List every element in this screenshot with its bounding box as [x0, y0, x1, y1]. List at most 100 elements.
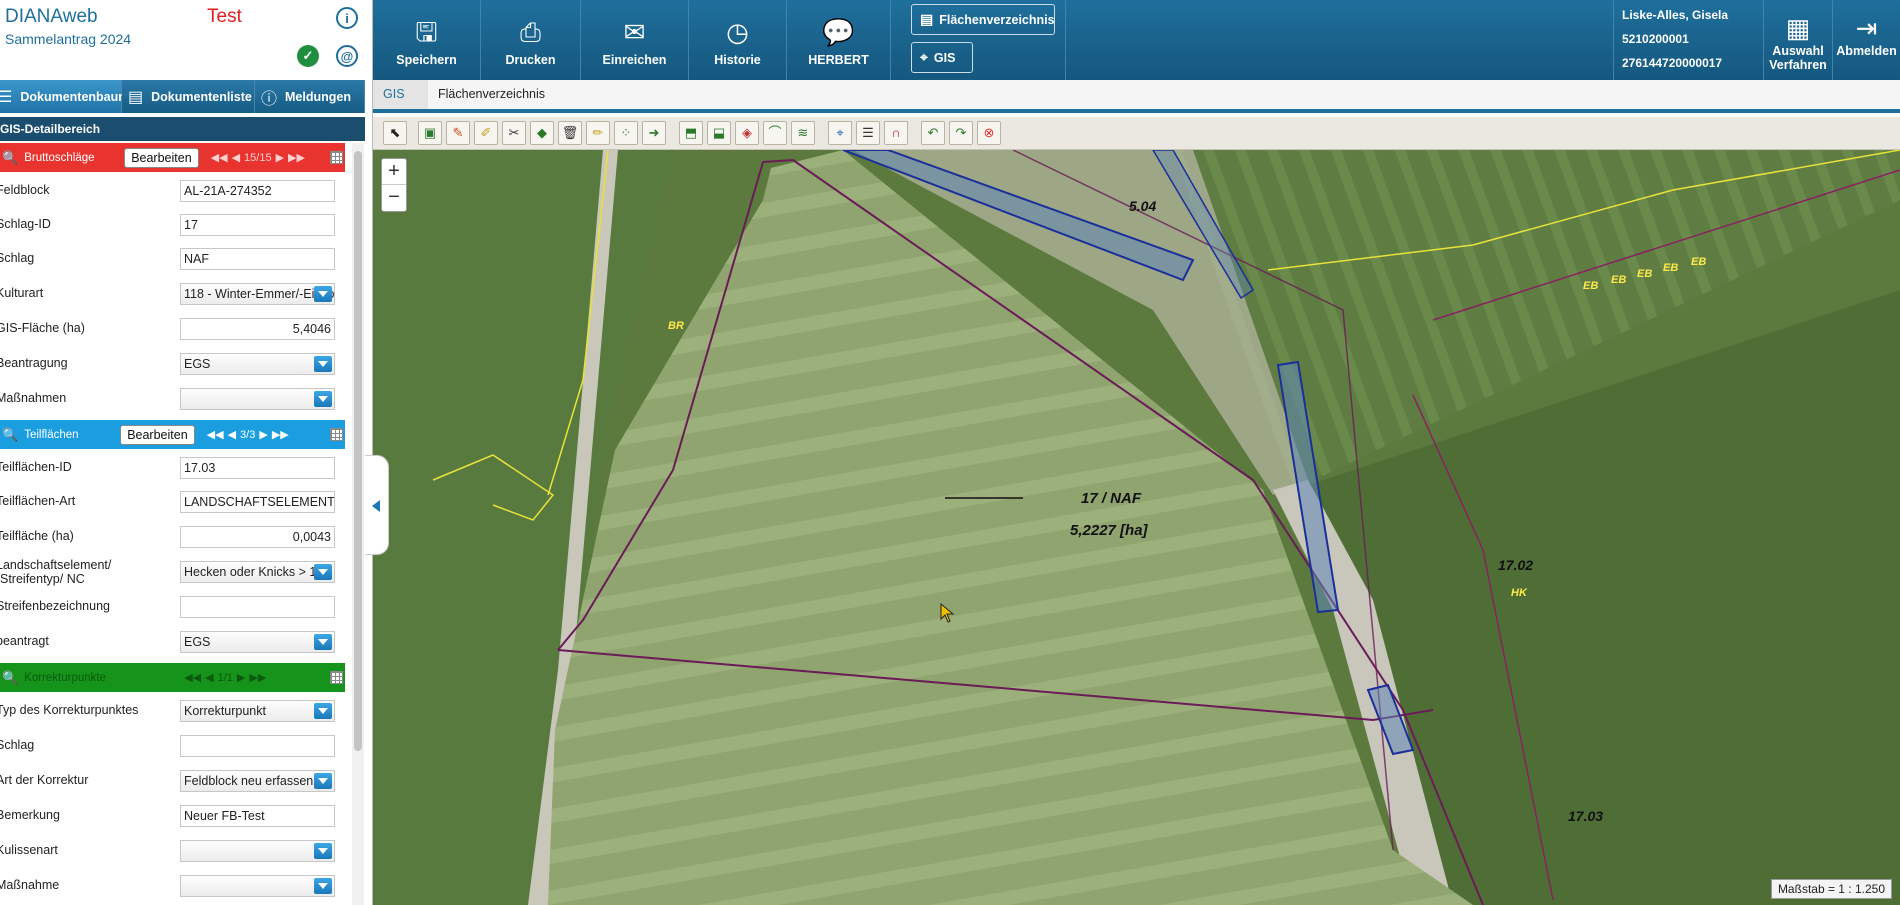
tab-dokumentenliste[interactable]: ▤ Dokumentenliste	[122, 80, 255, 113]
dropdown-arrow-icon[interactable]	[314, 564, 332, 580]
dropdown-arrow-icon[interactable]	[314, 878, 332, 894]
submit-button[interactable]: ✉ Einreichen	[581, 0, 689, 80]
tab-gis[interactable]: GIS	[373, 80, 428, 109]
schlag-input[interactable]: NAF	[180, 248, 335, 270]
vertex-edit-icon[interactable]: ⁘	[614, 121, 638, 145]
dropdown-arrow-icon[interactable]	[314, 391, 332, 407]
redo-icon[interactable]: ↷	[949, 121, 973, 145]
bemerkung-input[interactable]: Neuer FB-Test	[180, 805, 335, 827]
dropdown-arrow-icon[interactable]	[314, 634, 332, 650]
draw-line-icon[interactable]: ✏	[586, 121, 610, 145]
flaechenverzeichnis-button[interactable]: ▤ Flächenverzeichnis	[911, 4, 1055, 35]
feldblock-input[interactable]: AL-21A-274352	[180, 180, 335, 202]
first-page-icon[interactable]: ◀◀	[184, 671, 201, 684]
gis-button[interactable]: ⌖ GIS	[911, 42, 973, 73]
teilflaeche-ha-value: 0,0043	[180, 526, 335, 548]
streifenbezeichnung-input[interactable]	[180, 596, 335, 618]
cancel-icon[interactable]: ⊗	[977, 121, 1001, 145]
list-icon[interactable]: ☰	[856, 121, 880, 145]
zoom-out-button[interactable]: −	[382, 185, 406, 211]
dropdown-arrow-icon[interactable]	[314, 356, 332, 372]
zoom-in-button[interactable]: +	[382, 159, 406, 185]
print-button[interactable]: ⎙ Drucken	[481, 0, 581, 80]
align-icon[interactable]: ≋	[791, 121, 815, 145]
tab-flaechenverzeichnis[interactable]: Flächenverzeichnis	[428, 80, 558, 109]
send-mail-icon: ✉	[623, 17, 646, 47]
field-beantragung: Beantragung EGS	[0, 350, 340, 379]
next-page-icon[interactable]: ▶	[259, 428, 267, 441]
edit-polygon-icon[interactable]: ✎	[446, 121, 470, 145]
beantragt-select[interactable]: EGS	[180, 631, 335, 653]
massnahmen-select[interactable]	[180, 388, 335, 410]
kulturart-select[interactable]: 118 - Winter-Emmer/-Einkorn	[180, 283, 335, 305]
eb-label: EB	[1637, 268, 1653, 280]
korr-schlag-input[interactable]	[180, 735, 335, 757]
merge-polygon-icon[interactable]: ◆	[530, 121, 554, 145]
measure-icon[interactable]: ⌖	[828, 121, 852, 145]
edit-button[interactable]: Bearbeiten	[120, 424, 195, 445]
snap-magnet-icon[interactable]: ∩	[884, 121, 908, 145]
layer-up-icon[interactable]: ⬒	[679, 121, 703, 145]
element-label-1702: 17.02	[1498, 557, 1534, 573]
last-page-icon[interactable]: ▶▶	[288, 151, 305, 164]
landschaftselement-select[interactable]: Hecken oder Knicks > 1	[180, 561, 335, 583]
delete-icon[interactable]: 🗑	[558, 121, 582, 145]
tab-meldungen[interactable]: ⓘ Meldungen	[255, 80, 365, 113]
massnahme-select[interactable]	[180, 875, 335, 897]
cut-icon[interactable]: ✂	[502, 121, 526, 145]
first-page-icon[interactable]: ◀◀	[207, 428, 224, 441]
prev-page-icon[interactable]: ◀	[228, 428, 236, 441]
reshape-icon[interactable]: ✐	[474, 121, 498, 145]
search-icon[interactable]: 🔍	[2, 670, 18, 686]
prev-page-icon[interactable]: ◀	[232, 151, 240, 164]
table-icon[interactable]	[330, 428, 343, 441]
art-korrektur-select[interactable]: Feldblock neu erfassen	[180, 770, 335, 792]
check-icon[interactable]: ✓	[297, 45, 319, 67]
dropdown-arrow-icon[interactable]	[314, 843, 332, 859]
dropdown-arrow-icon[interactable]	[314, 773, 332, 789]
field-gis-flaeche: GIS-Fläche (ha) 5,4046	[0, 315, 340, 344]
edit-button[interactable]: Bearbeiten	[124, 147, 199, 168]
beantragung-select[interactable]: EGS	[180, 353, 335, 375]
teilflaechen-id-input[interactable]: 17.03	[180, 457, 335, 479]
last-page-icon[interactable]: ▶▶	[249, 671, 266, 684]
element-label-1703: 17.03	[1568, 808, 1604, 824]
tab-dokumentenbaum[interactable]: ☰Dokumentenbaum	[0, 80, 129, 113]
dropdown-arrow-icon[interactable]	[314, 703, 332, 719]
last-page-icon[interactable]: ▶▶	[272, 428, 289, 441]
info-icon[interactable]: i	[336, 7, 358, 29]
typ-korrekturpunkt-select[interactable]: Korrekturpunkt	[180, 700, 335, 722]
next-page-icon[interactable]: ▶	[237, 671, 245, 684]
dropdown-arrow-icon[interactable]	[314, 286, 332, 302]
schlag-id-input[interactable]: 17	[180, 214, 335, 236]
move-icon[interactable]: ➜	[642, 121, 666, 145]
add-polygon-icon[interactable]: ▣	[418, 121, 442, 145]
history-button[interactable]: ◷ Historie	[689, 0, 787, 80]
kulissenart-select[interactable]	[180, 840, 335, 862]
select-pointer-icon[interactable]: ⬉	[383, 121, 407, 145]
mail-at-icon[interactable]: @	[336, 45, 358, 67]
scrollbar[interactable]	[352, 143, 364, 905]
undo-icon[interactable]: ↶	[921, 121, 945, 145]
map-pin-icon: ⌖	[920, 49, 928, 65]
teilflaechen-art-input[interactable]: LANDSCHAFTSELEMENT	[180, 491, 335, 513]
scrollbar-thumb[interactable]	[354, 151, 362, 751]
layer-down-icon[interactable]: ⬓	[707, 121, 731, 145]
prev-page-icon[interactable]: ◀	[205, 671, 213, 684]
next-page-icon[interactable]: ▶	[276, 151, 284, 164]
logout-button[interactable]: ⇥ Abmelden	[1833, 0, 1900, 80]
split-line-icon[interactable]: ⌒	[763, 121, 787, 145]
search-icon[interactable]: 🔍	[2, 150, 18, 166]
map-view[interactable]: + − 17 / NAF 5,2227 [ha] 5.04 17.02 17.0…	[373, 150, 1900, 905]
layer-color-icon[interactable]: ◈	[735, 121, 759, 145]
save-button[interactable]: 🖫 Speichern	[373, 0, 481, 80]
search-icon[interactable]: 🔍	[2, 427, 18, 443]
table-icon[interactable]	[330, 671, 343, 684]
document-list-icon: ▤	[128, 88, 144, 106]
collapse-panel-button[interactable]	[365, 455, 389, 555]
select-procedure-button[interactable]: ▦ Auswahl Verfahren	[1763, 0, 1833, 80]
first-page-icon[interactable]: ◀◀	[211, 151, 228, 164]
herbert-button[interactable]: 💬 HERBERT	[787, 0, 891, 80]
field-schlag: SchlagNAF	[0, 245, 340, 274]
table-icon[interactable]	[330, 151, 343, 164]
